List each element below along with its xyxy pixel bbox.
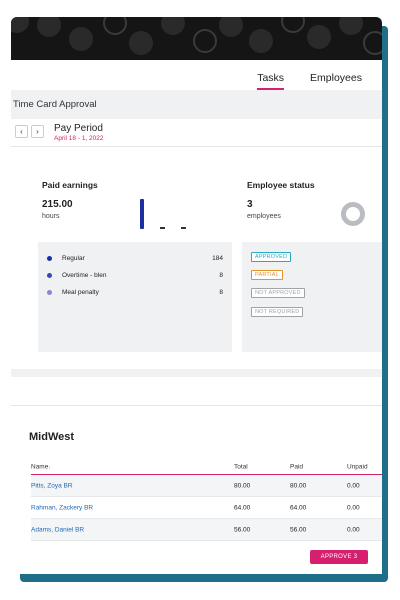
- employee-name-link[interactable]: Adams, Daniel BR: [31, 526, 84, 533]
- status-badge-not-approved: NOT APPROVED: [251, 288, 305, 298]
- tab-tasks[interactable]: Tasks: [257, 72, 284, 90]
- pay-period-text: Pay Period April 18 - 1, 2022: [54, 123, 104, 142]
- banner-pattern-dot: [69, 27, 93, 51]
- table-row[interactable]: Rahman, Zackery BR 64.00 64.00 0.00: [31, 497, 382, 519]
- banner-pattern-dot: [249, 29, 273, 53]
- earnings-bar-meal-penalty: [181, 227, 186, 229]
- section-header: Time Card Approval: [11, 90, 382, 119]
- cell-paid: 64.00: [290, 504, 307, 511]
- banner-pattern-dot: [339, 17, 363, 35]
- earnings-legend-panel: Regular 184 Overtime - blen 8 Meal penal…: [38, 242, 232, 352]
- legend-value: 8: [219, 289, 223, 296]
- cell-total: 64.00: [234, 504, 251, 511]
- paid-earnings-title: Paid earnings: [42, 180, 98, 190]
- table-row[interactable]: Adams, Daniel BR 56.00 56.00 0.00: [31, 519, 382, 541]
- cell-unpaid: 0.00: [347, 526, 360, 533]
- status-badge-not-required: NOT REQUIRED: [251, 307, 304, 317]
- column-header-paid: Paid: [290, 463, 304, 471]
- banner-pattern-dot: [11, 17, 29, 33]
- donut-chart-icon: [341, 202, 365, 226]
- sort-icon: ↓: [48, 464, 51, 471]
- legend-dot-icon: [47, 273, 52, 278]
- column-header-unpaid: Unpaid: [347, 463, 368, 471]
- approve-button[interactable]: APPROVE 3: [310, 550, 368, 564]
- banner-pattern-dot: [129, 31, 153, 55]
- legend-label: Regular: [62, 255, 85, 262]
- employee-name-link[interactable]: Rahman, Zackery BR: [31, 504, 93, 511]
- employee-status-unit: employees: [247, 213, 281, 220]
- earnings-bar-overtime: [160, 227, 165, 229]
- section-title: Time Card Approval: [13, 99, 97, 110]
- table-row[interactable]: Pitts, Zoya BR 80.00 80.00 0.00: [31, 475, 382, 497]
- cell-total: 56.00: [234, 526, 251, 533]
- app-window: Tasks Employees Time Card Approval ‹ › P…: [11, 17, 382, 574]
- cell-total: 80.00: [234, 482, 251, 489]
- legend-label: Overtime - blen: [62, 272, 107, 279]
- tab-employees[interactable]: Employees: [310, 72, 362, 88]
- paid-earnings-unit: hours: [42, 213, 60, 220]
- pay-period-selector: ‹ › Pay Period April 18 - 1, 2022: [15, 123, 104, 142]
- cell-unpaid: 0.00: [347, 504, 360, 511]
- employee-status-title: Employee status: [247, 180, 315, 190]
- banner-pattern-ring: [103, 17, 127, 35]
- banner-pattern-dot: [37, 17, 61, 37]
- status-badge-partial: PARTIAL: [251, 270, 283, 280]
- legend-value: 184: [212, 255, 223, 262]
- pay-period-dates: April 18 - 1, 2022: [54, 135, 104, 142]
- earnings-bar-regular: [140, 199, 144, 229]
- legend-row-regular: Regular 184: [47, 255, 223, 262]
- banner-pattern-dot: [307, 25, 331, 49]
- column-header-total: Total: [234, 463, 248, 471]
- header-banner: [11, 17, 382, 60]
- time-card-table: Name↓ Total Paid Unpaid Pitts, Zoya BR 8…: [31, 460, 382, 541]
- column-header-name[interactable]: Name↓: [31, 464, 51, 471]
- legend-row-meal-penalty: Meal penalty 8: [47, 289, 223, 296]
- status-legend-panel: APPROVED PARTIAL NOT APPROVED NOT REQUIR…: [242, 242, 382, 352]
- employee-status-value: 3: [247, 199, 253, 210]
- region-title: MidWest: [29, 431, 75, 443]
- chevron-left-icon[interactable]: ‹: [15, 125, 28, 138]
- employee-name-link[interactable]: Pitts, Zoya BR: [31, 482, 73, 489]
- top-tabs: Tasks Employees: [257, 72, 362, 90]
- legend-row-overtime: Overtime - blen 8: [47, 272, 223, 279]
- banner-pattern-ring: [281, 17, 305, 33]
- legend-value: 8: [219, 272, 223, 279]
- column-header-name-label: Name: [31, 463, 49, 471]
- separator-band: [11, 369, 382, 377]
- cell-unpaid: 0.00: [347, 482, 360, 489]
- banner-pattern-dot: [219, 17, 243, 37]
- paid-earnings-value: 215.00: [42, 199, 73, 210]
- status-badge-approved: APPROVED: [251, 252, 292, 262]
- divider: [11, 146, 382, 147]
- cell-paid: 56.00: [290, 526, 307, 533]
- chevron-right-icon[interactable]: ›: [31, 125, 44, 138]
- pay-period-label: Pay Period: [54, 123, 103, 134]
- table-header: Name↓ Total Paid Unpaid: [31, 460, 382, 475]
- banner-pattern-ring: [363, 31, 382, 55]
- banner-pattern-ring: [193, 29, 217, 53]
- divider: [11, 405, 382, 406]
- cell-paid: 80.00: [290, 482, 307, 489]
- banner-pattern-dot: [161, 17, 185, 35]
- legend-dot-icon: [47, 290, 52, 295]
- legend-label: Meal penalty: [62, 289, 99, 296]
- legend-dot-icon: [47, 256, 52, 261]
